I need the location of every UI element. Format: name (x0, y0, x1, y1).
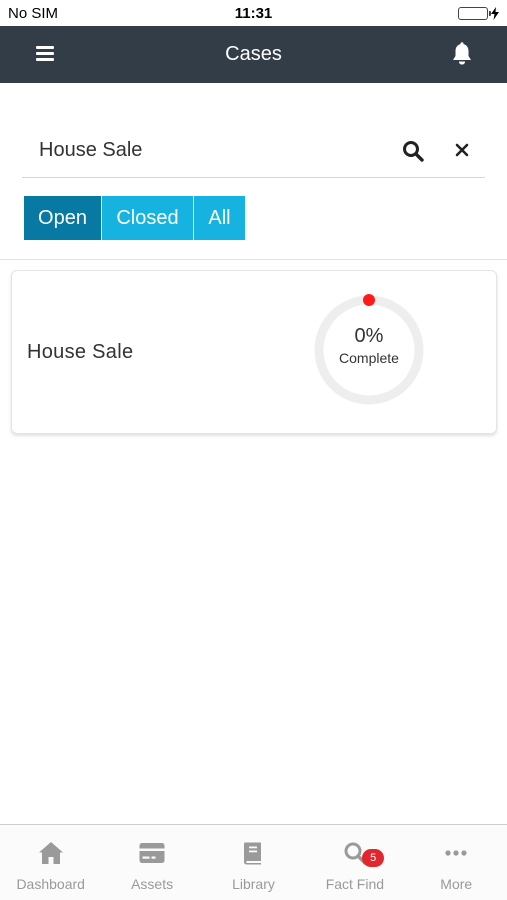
filter-tabs: Open Closed All (24, 196, 245, 240)
home-icon (38, 842, 63, 864)
battery-indicator (458, 6, 499, 20)
tab-closed[interactable]: Closed (102, 196, 194, 240)
tab-dashboard[interactable]: Dashboard (0, 825, 101, 900)
status-bar: No SIM 11:31 (0, 0, 507, 26)
tab-label: Fact Find (325, 876, 385, 892)
tab-fact-find[interactable]: 5 Fact Find (304, 825, 405, 900)
notification-badge: 5 (362, 849, 385, 867)
page-title: Cases (225, 43, 282, 65)
tab-all[interactable]: All (194, 196, 245, 240)
tab-library[interactable]: Library (203, 825, 304, 900)
tab-assets[interactable]: Assets (101, 825, 202, 900)
case-title: House Sale (27, 341, 134, 363)
tab-more[interactable]: More (406, 825, 507, 900)
tab-label: More (440, 876, 473, 892)
tab-label: Assets (131, 876, 174, 892)
progress-label: Complete (339, 350, 399, 366)
search-bar (22, 124, 485, 180)
status-time: 11:31 (234, 4, 273, 22)
card-icon (139, 843, 165, 863)
progress-percent: 0% (354, 325, 384, 347)
bell-icon[interactable] (451, 42, 473, 66)
search-input[interactable] (22, 124, 378, 178)
progress-dot (363, 294, 375, 306)
tab-label: Dashboard (16, 876, 85, 892)
search-icon[interactable] (402, 140, 424, 162)
tab-label: Library (232, 876, 275, 892)
carrier-label: No SIM (8, 4, 59, 22)
close-icon[interactable] (454, 142, 470, 158)
nav-bar: Cases (0, 26, 507, 83)
bottom-tab-bar: Dashboard Assets Library 5 Fact Find Mor… (0, 824, 507, 900)
divider (0, 259, 507, 260)
battery-icon (458, 6, 491, 20)
charging-bolt-icon (491, 6, 499, 20)
menu-icon[interactable] (36, 46, 54, 62)
book-icon (244, 842, 262, 865)
more-icon (445, 850, 467, 856)
case-card[interactable]: House Sale 0% Complete (11, 270, 497, 434)
tab-open[interactable]: Open (24, 196, 102, 240)
